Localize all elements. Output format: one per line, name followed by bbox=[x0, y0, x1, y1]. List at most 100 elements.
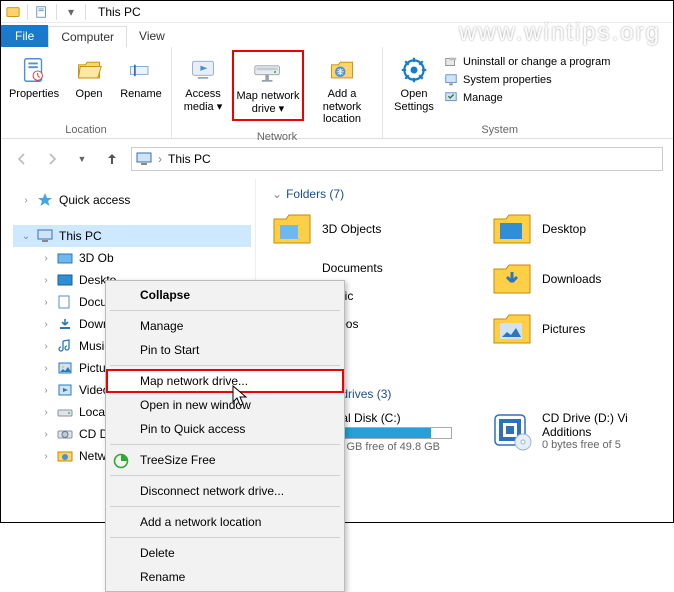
system-properties-button[interactable]: System properties bbox=[443, 72, 610, 88]
ctx-delete[interactable]: Delete bbox=[106, 541, 344, 565]
ribbon-group-system: Open Settings Uninstall or change a prog… bbox=[383, 47, 616, 138]
window-title: This PC bbox=[98, 5, 141, 19]
tree-quick-access[interactable]: › Quick access bbox=[13, 189, 251, 211]
ctx-map-network-drive[interactable]: Map network drive... bbox=[106, 369, 344, 393]
open-settings-button[interactable]: Open Settings bbox=[389, 50, 439, 117]
folder-label: Documents bbox=[322, 261, 383, 275]
tree-item-label: Local bbox=[79, 405, 108, 419]
nav-back-button[interactable] bbox=[11, 148, 33, 170]
this-pc-icon bbox=[136, 151, 152, 167]
folder-icon bbox=[492, 311, 532, 347]
add-network-location-button[interactable]: Add a network location bbox=[308, 50, 376, 130]
tree-this-pc[interactable]: ⌄ This PC bbox=[13, 225, 251, 247]
folder-3d-objects[interactable]: 3D Objects bbox=[272, 211, 452, 247]
context-menu: Collapse Manage Pin to Start Map network… bbox=[105, 280, 345, 592]
this-pc-label: This PC bbox=[59, 229, 102, 243]
this-pc-icon bbox=[37, 228, 53, 244]
tree-item-label: 3D Ob bbox=[79, 251, 114, 265]
network-folder-icon bbox=[57, 448, 73, 464]
cd-drive-icon bbox=[492, 411, 532, 451]
tree-item-3d-objects[interactable]: › 3D Ob bbox=[13, 247, 251, 269]
ribbon-group-network-label: Network bbox=[257, 130, 297, 145]
ctx-manage[interactable]: Manage bbox=[106, 314, 344, 338]
map-network-drive-button[interactable]: Map network drive ▾ bbox=[232, 50, 304, 121]
chevron-down-icon[interactable]: ⌄ bbox=[21, 231, 31, 242]
access-media-label: Access media ▾ bbox=[180, 88, 226, 113]
tab-view[interactable]: View bbox=[127, 25, 177, 47]
access-media-button[interactable]: Access media ▾ bbox=[178, 50, 228, 117]
chevron-right-icon[interactable]: › bbox=[41, 341, 51, 352]
separator bbox=[56, 4, 57, 20]
folder-desktop[interactable]: Desktop bbox=[492, 211, 672, 247]
open-label: Open bbox=[76, 88, 103, 101]
separator bbox=[85, 4, 86, 20]
folder-pictures[interactable]: Pictures bbox=[492, 311, 672, 347]
settings-icon bbox=[398, 54, 430, 86]
star-icon bbox=[37, 192, 53, 208]
rename-icon bbox=[125, 54, 157, 86]
folder-icon bbox=[492, 261, 532, 297]
ctx-disconnect-network-drive[interactable]: Disconnect network drive... bbox=[106, 479, 344, 503]
properties-icon bbox=[18, 54, 50, 86]
ctx-separator bbox=[110, 444, 340, 445]
folders-section-header[interactable]: ⌄ Folders (7) bbox=[272, 187, 673, 201]
nav-bar: ▼ › This PC bbox=[1, 139, 673, 179]
chevron-right-icon[interactable]: › bbox=[41, 429, 51, 440]
ctx-separator bbox=[110, 475, 340, 476]
open-icon bbox=[73, 54, 105, 86]
separator bbox=[27, 4, 28, 20]
drive-cd[interactable]: CD Drive (D:) Vi Additions 0 bytes free … bbox=[492, 411, 628, 453]
manage-icon bbox=[443, 90, 459, 106]
chevron-right-icon[interactable]: › bbox=[41, 253, 51, 264]
ctx-open-new-window[interactable]: Open in new window bbox=[106, 393, 344, 417]
nav-recent-dropdown[interactable]: ▼ bbox=[71, 148, 93, 170]
chevron-right-icon[interactable]: › bbox=[41, 319, 51, 330]
rename-button[interactable]: Rename bbox=[117, 50, 165, 105]
chevron-right-icon[interactable]: › bbox=[41, 297, 51, 308]
uninstall-program-button[interactable]: Uninstall or change a program bbox=[443, 54, 610, 70]
qat-dropdown-icon[interactable]: ▾ bbox=[63, 4, 79, 20]
chevron-right-icon[interactable]: › bbox=[21, 195, 31, 206]
address-bar[interactable]: › This PC bbox=[131, 147, 663, 171]
ribbon-group-location: Properties Open Rename Location bbox=[1, 47, 172, 138]
ctx-treesize-free[interactable]: TreeSize Free bbox=[106, 448, 344, 472]
ctx-separator bbox=[110, 506, 340, 507]
breadcrumb-location[interactable]: This PC bbox=[168, 152, 211, 166]
properties-qat-icon[interactable] bbox=[34, 4, 50, 20]
system-properties-icon bbox=[443, 72, 459, 88]
chevron-right-icon[interactable]: › bbox=[41, 385, 51, 396]
ctx-rename[interactable]: Rename bbox=[106, 565, 344, 589]
folder-icon bbox=[492, 211, 532, 247]
tab-file[interactable]: File bbox=[1, 25, 48, 47]
rename-label: Rename bbox=[120, 88, 162, 101]
add-network-location-icon bbox=[326, 54, 358, 86]
properties-button[interactable]: Properties bbox=[7, 50, 61, 105]
folder-label: Pictures bbox=[542, 322, 585, 336]
drive-label: CD Drive (D:) Vi bbox=[542, 411, 628, 425]
ctx-pin-quick-access[interactable]: Pin to Quick access bbox=[106, 417, 344, 441]
nav-forward-button[interactable] bbox=[41, 148, 63, 170]
folder-downloads[interactable]: Downloads bbox=[492, 261, 672, 297]
drive-icon bbox=[57, 404, 73, 420]
chevron-right-icon[interactable]: › bbox=[41, 407, 51, 418]
ribbon-group-location-label: Location bbox=[65, 123, 107, 138]
ctx-collapse[interactable]: Collapse bbox=[106, 283, 344, 307]
manage-button[interactable]: Manage bbox=[443, 90, 610, 106]
chevron-right-icon[interactable]: › bbox=[41, 275, 51, 286]
breadcrumb-chevron[interactable]: › bbox=[158, 152, 162, 166]
nav-up-button[interactable] bbox=[101, 148, 123, 170]
title-bar: ▾ This PC bbox=[1, 1, 673, 23]
properties-label: Properties bbox=[9, 88, 59, 101]
ctx-add-network-location[interactable]: Add a network location bbox=[106, 510, 344, 534]
folder-label: Downloads bbox=[542, 272, 601, 286]
tab-computer[interactable]: Computer bbox=[48, 26, 127, 48]
chevron-down-icon: ⌄ bbox=[272, 187, 282, 201]
ctx-pin-start[interactable]: Pin to Start bbox=[106, 338, 344, 362]
uninstall-label: Uninstall or change a program bbox=[463, 56, 610, 68]
open-button[interactable]: Open bbox=[65, 50, 113, 105]
manage-label: Manage bbox=[463, 92, 503, 104]
chevron-right-icon[interactable]: › bbox=[41, 451, 51, 462]
chevron-right-icon[interactable]: › bbox=[41, 363, 51, 374]
folder-icon bbox=[57, 338, 73, 354]
folder-documents[interactable]: Documents bbox=[272, 261, 452, 275]
